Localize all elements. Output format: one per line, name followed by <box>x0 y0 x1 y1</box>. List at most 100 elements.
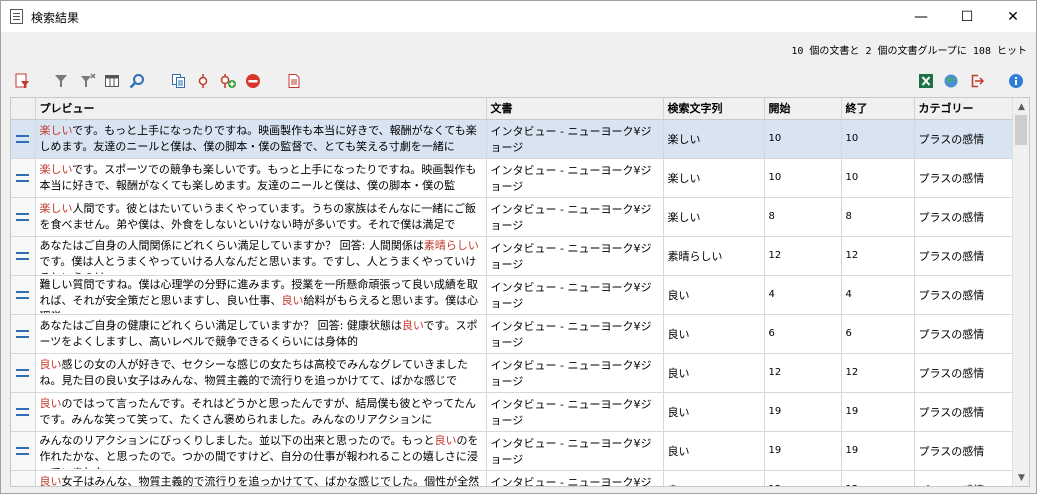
scroll-up-button[interactable]: ▲ <box>1013 98 1029 115</box>
preview-cell[interactable]: 良い女子はみんな、物質主義的で流行りを追っかけてて、ばかな感じでした。個性が全然… <box>35 470 487 486</box>
excel-icon[interactable] <box>916 71 936 91</box>
start-cell[interactable]: 6 <box>764 314 842 354</box>
end-cell[interactable]: 10 <box>841 119 915 159</box>
row-marker[interactable] <box>11 431 36 471</box>
filter-doc-icon[interactable] <box>12 71 32 91</box>
maximize-button[interactable]: ☐ <box>944 1 990 32</box>
table-row[interactable]: 良い女子はみんな、物質主義的で流行りを追っかけてて、ばかな感じでした。個性が全然… <box>11 470 1014 486</box>
search-string-cell[interactable]: 楽しい <box>663 158 765 198</box>
document-cell[interactable]: インタビュー - ニューヨーク¥ジョージ <box>486 314 664 354</box>
table-row[interactable]: あなたはご自身の健康にどれくらい満足していますか？ 回答: 健康状態は良いです。… <box>11 314 1014 354</box>
search-string-cell[interactable]: 良い <box>663 470 765 486</box>
minimize-button[interactable]: — <box>898 1 944 32</box>
preview-cell[interactable]: 楽しいです。スポーツでの競争も楽しいです。もっと上手になったりですね。映画製作も… <box>35 158 487 198</box>
document-cell[interactable]: インタビュー - ニューヨーク¥ジョージ <box>486 353 664 393</box>
start-cell[interactable]: 8 <box>764 197 842 237</box>
start-cell[interactable]: 12 <box>764 236 842 276</box>
table-row[interactable]: みんなのリアクションにびっくりしました。並以下の出来と思ったので。もっと良いのを… <box>11 431 1014 471</box>
table-row[interactable]: 難しい質問ですね。僕は心理学の分野に進みます。授業を一所懸命頑張って良い成績を取… <box>11 275 1014 315</box>
column-header-document[interactable]: 文書 <box>486 98 664 120</box>
document-cell[interactable]: インタビュー - ニューヨーク¥ジョージ <box>486 275 664 315</box>
start-cell[interactable]: 10 <box>764 119 842 159</box>
end-cell[interactable]: 10 <box>841 158 915 198</box>
category-cell[interactable]: プラスの感情 <box>914 314 1014 354</box>
table-row[interactable]: 良い感じの女の人が好きで、セクシーな感じの女たちは高校でみんなグレていきましたね… <box>11 353 1014 393</box>
document-cell[interactable]: インタビュー - ニューヨーク¥ジョージ <box>486 392 664 432</box>
preview-cell[interactable]: あなたはご自身の健康にどれくらい満足していますか？ 回答: 健康状態は良いです。… <box>35 314 487 354</box>
preview-cell[interactable]: みんなのリアクションにびっくりしました。並以下の出来と思ったので。もっと良いのを… <box>35 431 487 471</box>
row-marker[interactable] <box>11 236 36 276</box>
start-cell[interactable]: 19 <box>764 392 842 432</box>
document-cell[interactable]: インタビュー - ニューヨーク¥ジョージ <box>486 470 664 486</box>
row-marker[interactable] <box>11 392 36 432</box>
copy-docs-icon[interactable] <box>169 71 189 91</box>
search-icon[interactable] <box>127 71 147 91</box>
document-cell[interactable]: インタビュー - ニューヨーク¥ジョージ <box>486 236 664 276</box>
preview-cell[interactable]: 楽しいです。もっと上手になったりですね。映画製作も本当に好きで、報酬がなくても楽… <box>35 119 487 159</box>
column-header-preview[interactable]: プレビュー <box>35 98 487 120</box>
column-header-end[interactable]: 終了 <box>841 98 915 120</box>
document-cell[interactable]: インタビュー - ニューヨーク¥ジョージ <box>486 158 664 198</box>
column-header-category[interactable]: カテゴリー <box>914 98 1014 120</box>
search-string-cell[interactable]: 楽しい <box>663 197 765 237</box>
table-row[interactable]: あなたはご自身の人間関係にどれくらい満足していますか？ 回答: 人間関係は素晴ら… <box>11 236 1014 276</box>
start-cell[interactable]: 4 <box>764 275 842 315</box>
table-row[interactable]: 良いのではって言ったんです。それはどうかと思ったんですが、結局僕も彼とやってたん… <box>11 392 1014 432</box>
remove-icon[interactable] <box>243 71 263 91</box>
category-cell[interactable]: プラスの感情 <box>914 158 1014 198</box>
scroll-down-button[interactable]: ▼ <box>1013 469 1029 486</box>
row-marker[interactable] <box>11 275 36 315</box>
funnel-icon[interactable] <box>51 71 71 91</box>
search-string-cell[interactable]: 良い <box>663 353 765 393</box>
row-marker[interactable] <box>11 314 36 354</box>
search-string-cell[interactable]: 良い <box>663 314 765 354</box>
scroll-thumb[interactable] <box>1015 115 1027 145</box>
search-string-cell[interactable]: 素晴らしい <box>663 236 765 276</box>
report-icon[interactable] <box>284 71 304 91</box>
preview-cell[interactable]: 難しい質問ですね。僕は心理学の分野に進みます。授業を一所懸命頑張って良い成績を取… <box>35 275 487 315</box>
row-marker[interactable] <box>11 353 36 393</box>
category-cell[interactable]: プラスの感情 <box>914 470 1014 486</box>
column-header-start[interactable]: 開始 <box>764 98 842 120</box>
end-cell[interactable]: 12 <box>841 236 915 276</box>
row-marker[interactable] <box>11 158 36 198</box>
row-marker[interactable] <box>11 119 36 159</box>
category-cell[interactable]: プラスの感情 <box>914 236 1014 276</box>
document-cell[interactable]: インタビュー - ニューヨーク¥ジョージ <box>486 197 664 237</box>
table-row[interactable]: 楽しいです。スポーツでの競争も楽しいです。もっと上手になったりですね。映画製作も… <box>11 158 1014 198</box>
preview-cell[interactable]: 良いのではって言ったんです。それはどうかと思ったんですが、結局僕も彼とやってたん… <box>35 392 487 432</box>
category-cell[interactable]: プラスの感情 <box>914 353 1014 393</box>
document-cell[interactable]: インタビュー - ニューヨーク¥ジョージ <box>486 431 664 471</box>
start-cell[interactable]: 12 <box>764 353 842 393</box>
table-row[interactable]: 楽しい人間です。彼とはたいていうまくやっています。うちの家族はそんなに一緒にご飯… <box>11 197 1014 237</box>
column-header-search-string[interactable]: 検索文字列 <box>663 98 765 120</box>
search-string-cell[interactable]: 良い <box>663 275 765 315</box>
exit-icon[interactable] <box>967 71 987 91</box>
search-string-cell[interactable]: 楽しい <box>663 119 765 159</box>
globe-icon[interactable] <box>941 71 961 91</box>
end-cell[interactable]: 19 <box>841 431 915 471</box>
preview-cell[interactable]: 楽しい人間です。彼とはたいていうまくやっています。うちの家族はそんなに一緒にご飯… <box>35 197 487 237</box>
close-button[interactable]: ✕ <box>990 1 1036 32</box>
search-string-cell[interactable]: 良い <box>663 431 765 471</box>
start-cell[interactable]: 19 <box>764 431 842 471</box>
end-cell[interactable]: 12 <box>841 353 915 393</box>
end-cell[interactable]: 8 <box>841 197 915 237</box>
info-icon[interactable] <box>1006 71 1026 91</box>
search-string-cell[interactable]: 良い <box>663 392 765 432</box>
end-cell[interactable]: 12 <box>841 470 915 486</box>
row-marker[interactable] <box>11 197 36 237</box>
table-row[interactable]: 楽しいです。もっと上手になったりですね。映画製作も本当に好きで、報酬がなくても楽… <box>11 119 1014 159</box>
end-cell[interactable]: 6 <box>841 314 915 354</box>
preview-cell[interactable]: あなたはご自身の人間関係にどれくらい満足していますか？ 回答: 人間関係は素晴ら… <box>35 236 487 276</box>
vertical-scrollbar[interactable]: ▲ ▼ <box>1012 98 1029 486</box>
category-cell[interactable]: プラスの感情 <box>914 392 1014 432</box>
category-cell[interactable]: プラスの感情 <box>914 119 1014 159</box>
end-cell[interactable]: 4 <box>841 275 915 315</box>
preview-cell[interactable]: 良い感じの女の人が好きで、セクシーな感じの女たちは高校でみんなグレていきましたね… <box>35 353 487 393</box>
document-cell[interactable]: インタビュー - ニューヨーク¥ジョージ <box>486 119 664 159</box>
category-cell[interactable]: プラスの感情 <box>914 431 1014 471</box>
start-cell[interactable]: 12 <box>764 470 842 486</box>
pin-add-icon[interactable] <box>218 71 238 91</box>
category-cell[interactable]: プラスの感情 <box>914 275 1014 315</box>
